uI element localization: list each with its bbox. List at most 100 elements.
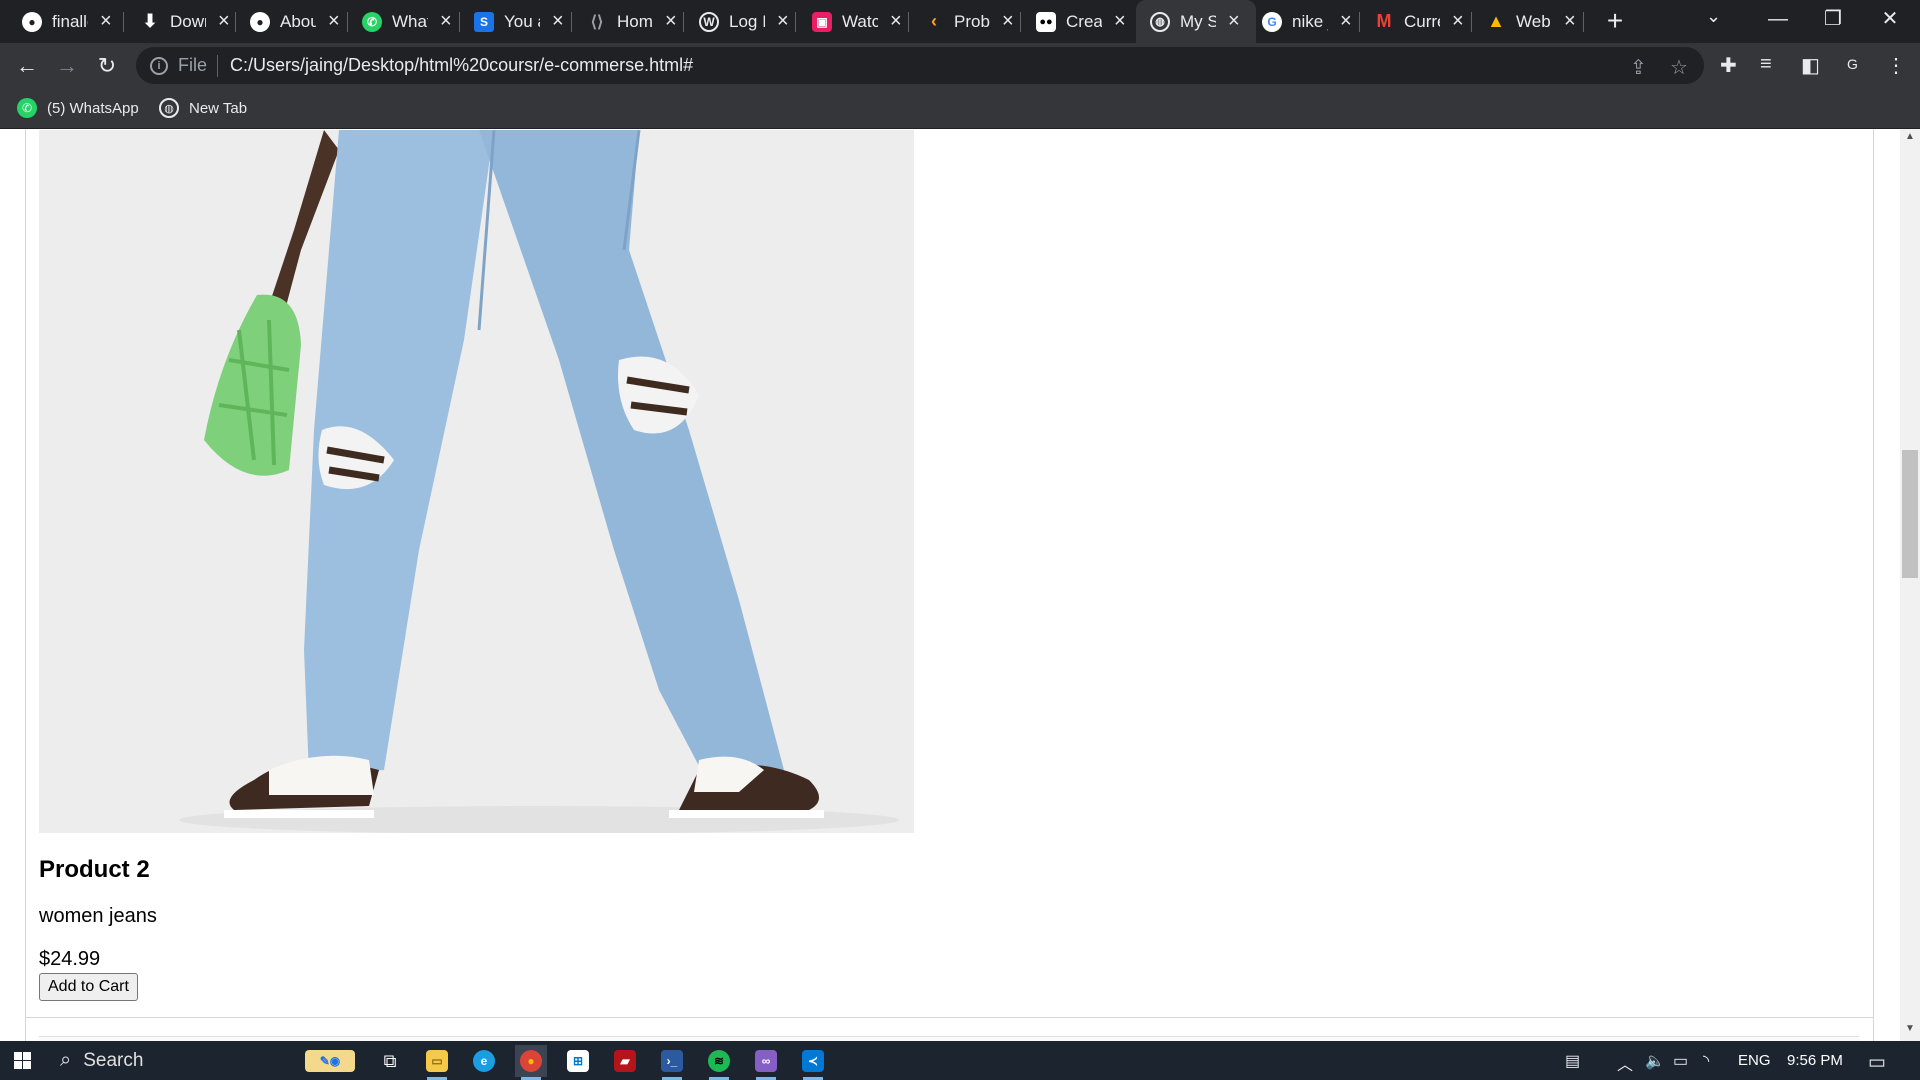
close-icon[interactable]: × <box>665 10 677 33</box>
globe-icon: ◍ <box>1150 11 1170 32</box>
tab-github-finalle[interactable]: ● finalle × <box>22 0 112 43</box>
gmail-icon: M <box>1376 11 1392 31</box>
chrome-icon[interactable]: ● <box>515 1045 547 1080</box>
bookmark-star-icon[interactable]: ☆ <box>1670 55 1688 80</box>
tab-title: finalle <box>52 11 88 31</box>
spotify-icon[interactable]: ≋ <box>703 1045 735 1080</box>
tab-title: nike jeans <box>1292 11 1328 31</box>
share-icon[interactable]: ⇪ <box>1630 55 1647 80</box>
microsoft-store-icon[interactable]: ⊞ <box>562 1045 594 1077</box>
add-to-cart-button[interactable]: Add to Cart <box>39 973 138 1001</box>
windows-start-button[interactable] <box>0 1041 48 1080</box>
search-highlight-icon[interactable]: ✎◉ <box>296 1045 364 1077</box>
tab-title: Create <box>1066 11 1102 31</box>
url-text[interactable]: C:/Users/jaing/Desktop/html%20coursr/e-c… <box>230 55 693 76</box>
close-window-button[interactable]: ✕ <box>1860 0 1920 40</box>
tab-current[interactable]: M Current × <box>1374 0 1464 43</box>
volume-icon[interactable]: 🔈 <box>1645 1051 1665 1071</box>
edge-icon[interactable]: e <box>468 1045 500 1077</box>
close-icon[interactable]: × <box>1564 10 1576 33</box>
page-viewport: Product 2 women jeans $24.99 Add to Cart <box>0 129 1900 1041</box>
tab-download[interactable]: ⬇ Download × <box>140 0 230 43</box>
close-icon[interactable]: × <box>440 10 452 33</box>
address-bar[interactable]: i File C:/Users/jaing/Desktop/html%20cou… <box>136 47 1704 84</box>
close-icon[interactable]: × <box>552 10 564 33</box>
whatsapp-icon: ✆ <box>17 98 37 118</box>
tab-whatsapp[interactable]: ✆ WhatsApp × <box>362 0 452 43</box>
jeans-photo <box>39 130 914 833</box>
tab-separator <box>1471 12 1472 32</box>
bookmark-new-tab[interactable]: ◍ New Tab <box>159 98 247 118</box>
extensions-puzzle-icon[interactable]: ✚ <box>1720 53 1737 78</box>
tab-watch[interactable]: ▣ Watch × <box>812 0 902 43</box>
visual-studio-icon[interactable]: ∞ <box>750 1045 782 1080</box>
drive-icon: ▲ <box>1487 11 1505 31</box>
close-icon[interactable]: × <box>777 10 789 33</box>
vscode-icon[interactable]: ≺ <box>797 1045 829 1080</box>
tab-title: My Store <box>1180 11 1216 31</box>
page-scrollbar[interactable]: ▲ ▼ <box>1900 129 1920 1041</box>
tab-create[interactable]: ●● Create × <box>1036 0 1126 43</box>
close-icon[interactable]: × <box>218 10 230 33</box>
profile-avatar[interactable]: G <box>1847 56 1858 72</box>
language-indicator[interactable]: ENG <box>1738 1052 1771 1069</box>
tab-web[interactable]: ▲ Web × <box>1486 0 1576 43</box>
bookmark-whatsapp[interactable]: ✆ (5) WhatsApp <box>17 98 139 118</box>
tab-you-are[interactable]: S You are × <box>474 0 564 43</box>
news-widget-icon[interactable]: ▤ <box>1565 1051 1580 1071</box>
info-icon[interactable]: i <box>150 56 168 75</box>
address-separator <box>217 54 219 77</box>
media-queue-icon[interactable]: ≡ <box>1760 53 1772 76</box>
battery-icon[interactable]: ▭ <box>1673 1051 1688 1071</box>
google-icon: G <box>1262 11 1282 32</box>
tab-nike-jeans[interactable]: G nike jeans × <box>1262 0 1352 43</box>
bracket-logo-icon: ⟨⟩ <box>590 13 604 31</box>
search-label: Search <box>83 1049 144 1071</box>
tab-separator <box>795 12 796 32</box>
taskbar-search[interactable]: ⌕ Search <box>50 1041 290 1080</box>
windows-logo-icon <box>14 1052 31 1069</box>
tab-github-about[interactable]: ● About × <box>250 0 340 43</box>
browser-tab-strip: ● finalle × ⬇ Download × ● About × ✆ Wha… <box>0 0 1920 43</box>
tab-title: About <box>280 11 316 31</box>
windows-taskbar: ⌕ Search ✎◉ ⧉ ▭ e ● ⊞ ▰ ›_ ≋ ∞ ≺ ▤ ︿ 🔈 ▭… <box>0 1041 1920 1080</box>
tab-separator <box>347 12 348 32</box>
tab-title: Problems <box>954 11 990 31</box>
close-icon[interactable]: × <box>100 10 112 33</box>
close-icon[interactable]: × <box>328 10 340 33</box>
close-icon[interactable]: × <box>1002 10 1014 33</box>
tab-search-chevron-icon[interactable]: ⌄ <box>1706 6 1721 27</box>
app-red-icon[interactable]: ▰ <box>609 1045 641 1077</box>
task-view-icon[interactable]: ⧉ <box>374 1045 406 1077</box>
close-icon[interactable]: × <box>890 10 902 33</box>
scroll-up-arrow-icon[interactable]: ▲ <box>1900 131 1920 147</box>
wifi-icon[interactable]: ◝ <box>1703 1051 1709 1071</box>
forward-button[interactable]: → <box>52 51 82 81</box>
tab-my-store[interactable]: ◍ My Store × <box>1136 0 1256 43</box>
chevron-up-icon[interactable]: ︿ <box>1617 1051 1633 1075</box>
tab-log-in[interactable]: W Log In × <box>699 0 789 43</box>
close-icon[interactable]: × <box>1340 10 1352 33</box>
new-tab-button[interactable]: + <box>1600 6 1630 36</box>
back-button[interactable]: ← <box>12 51 42 81</box>
kebab-menu-icon[interactable]: ⋮ <box>1886 53 1906 78</box>
restore-button[interactable]: ❐ <box>1803 0 1863 40</box>
reload-button[interactable]: ↻ <box>92 51 122 81</box>
tab-problems[interactable]: ‹ Problems × <box>924 0 1014 43</box>
close-icon[interactable]: × <box>1228 10 1240 33</box>
scrollbar-thumb[interactable] <box>1902 450 1918 578</box>
taskbar-clock[interactable]: 9:56 PM <box>1787 1052 1843 1069</box>
file-explorer-icon[interactable]: ▭ <box>421 1045 453 1080</box>
whatsapp-icon: ✆ <box>362 11 382 32</box>
scroll-down-arrow-icon[interactable]: ▼ <box>1900 1023 1920 1039</box>
browser-toolbar: ← → ↻ i File C:/Users/jaing/Desktop/html… <box>0 43 1920 88</box>
close-icon[interactable]: × <box>1114 10 1126 33</box>
close-icon[interactable]: × <box>1452 10 1464 33</box>
powershell-icon[interactable]: ›_ <box>656 1045 688 1080</box>
leetcode-icon: ‹ <box>931 11 937 31</box>
tab-home[interactable]: ⟨⟩ Home × <box>587 0 677 43</box>
minimize-button[interactable]: — <box>1748 0 1808 40</box>
notifications-icon[interactable]: ▭ <box>1868 1051 1886 1074</box>
tab-separator <box>235 12 236 32</box>
side-panel-icon[interactable]: ◧ <box>1801 53 1820 78</box>
